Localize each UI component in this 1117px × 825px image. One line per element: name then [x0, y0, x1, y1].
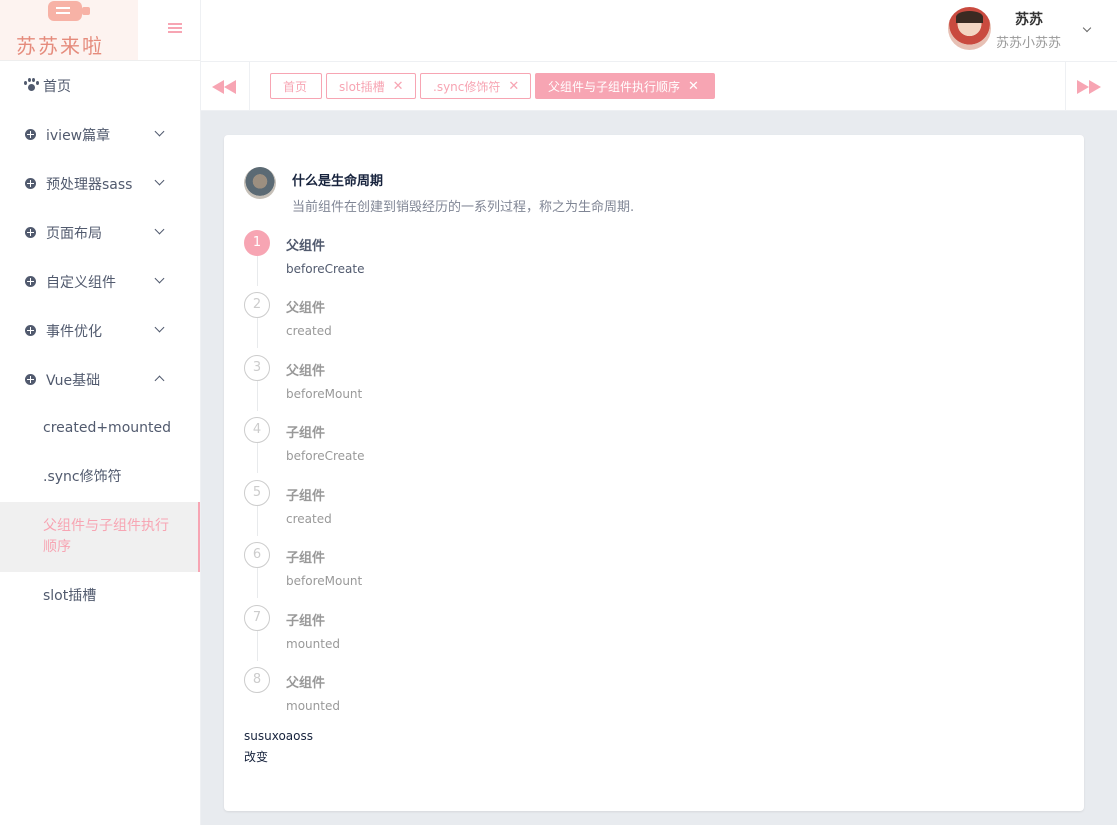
tab-sync[interactable]: .sync修饰符 ✕: [420, 73, 531, 99]
tab-label: slot插槽: [339, 79, 385, 94]
sidebar-item-label: 首页: [43, 79, 71, 95]
sidebar-item-layout[interactable]: 页面布局: [0, 208, 200, 257]
step-number: 1: [244, 230, 270, 256]
logo: 苏苏来啦: [0, 0, 138, 60]
step-number: 7: [244, 605, 270, 631]
step-subtitle: beforeMount: [286, 387, 363, 401]
card-description: 当前组件在创建到销毁经历的一系列过程，称之为生命周期.: [292, 200, 635, 215]
step-title: 子组件: [286, 551, 326, 566]
sidebar-item-event-optimization[interactable]: 事件优化: [0, 306, 200, 355]
step-title: 父组件: [286, 364, 326, 379]
user-name: 苏苏: [1015, 12, 1043, 28]
close-icon[interactable]: ✕: [508, 79, 519, 94]
double-left-arrow-icon: [224, 80, 236, 94]
sidebar-item-sass[interactable]: 预处理器sass: [0, 159, 200, 208]
card-title: 什么是生命周期: [292, 174, 384, 189]
sidebar-subitem-sync[interactable]: .sync修饰符: [0, 453, 200, 502]
value-text: susuxoaoss: [244, 729, 313, 743]
plus-circle-icon: [25, 325, 36, 336]
step-connector: [257, 256, 258, 286]
step-connector: [257, 381, 258, 411]
bottle-icon: [48, 1, 90, 21]
sidebar-subitem-label: .sync修饰符: [43, 469, 122, 485]
paw-icon: [24, 78, 39, 92]
scroll-right-button[interactable]: [1065, 62, 1114, 110]
step-title: 子组件: [286, 489, 326, 504]
sidebar-subitem-parent-child-order[interactable]: 父组件与子组件执行顺序: [0, 502, 200, 572]
tab-slot[interactable]: slot插槽 ✕: [326, 73, 416, 99]
step-number: 8: [244, 667, 270, 693]
chevron-down-icon: [154, 322, 165, 333]
step-number: 5: [244, 480, 270, 506]
user-subtitle: 苏苏小苏苏: [996, 36, 1062, 51]
step-connector: [257, 506, 258, 536]
tab-label: .sync修饰符: [433, 79, 501, 94]
sidebar-subitem-label: 父组件与子组件执行顺序: [43, 518, 169, 555]
sidebar-item-label: Vue基础: [46, 373, 101, 389]
sidebar-item-label: 预处理器sass: [46, 177, 133, 193]
step-connector: [257, 631, 258, 661]
sidebar-item-home[interactable]: 首页: [0, 61, 200, 110]
step-number: 6: [244, 542, 270, 568]
step-title: 父组件: [286, 301, 326, 316]
sidebar-subitem-created-mounted[interactable]: created+mounted: [0, 404, 200, 453]
step-subtitle: created: [286, 512, 332, 526]
content-card: [224, 135, 1084, 811]
close-icon[interactable]: ✕: [393, 79, 404, 94]
plus-circle-icon: [25, 276, 36, 287]
step-subtitle: mounted: [286, 699, 340, 713]
menu-toggle-icon[interactable]: [168, 23, 182, 35]
sidebar-subitem-label: created+mounted: [43, 420, 171, 436]
sidebar-subitem-slot[interactable]: slot插槽: [0, 572, 200, 621]
sidebar-item-vue-basics[interactable]: Vue基础: [0, 355, 200, 404]
double-left-arrow-icon: [212, 80, 224, 94]
plus-circle-icon: [25, 227, 36, 238]
double-right-arrow-icon: [1077, 80, 1089, 94]
card-avatar: [244, 167, 276, 199]
double-right-arrow-icon: [1089, 80, 1101, 94]
chevron-down-icon: [154, 224, 165, 235]
sidebar-item-label: 自定义组件: [46, 275, 116, 291]
plus-circle-icon: [25, 129, 36, 140]
chevron-up-icon: [154, 375, 165, 386]
step-number: 2: [244, 292, 270, 318]
step-number: 3: [244, 355, 270, 381]
sidebar-subitem-label: slot插槽: [43, 588, 97, 604]
sidebar-item-label: iview篇章: [46, 128, 111, 144]
tab-home[interactable]: 首页: [270, 73, 322, 99]
change-button[interactable]: 改变: [244, 748, 268, 765]
step-title: 父组件: [286, 239, 326, 254]
logo-text: 苏苏来啦: [16, 34, 104, 58]
step-connector: [257, 318, 258, 348]
plus-circle-icon: [25, 374, 36, 385]
tab-parent-child-order[interactable]: 父组件与子组件执行顺序 ✕: [535, 73, 715, 99]
step-title: 子组件: [286, 614, 326, 629]
sidebar-item-label: 事件优化: [46, 324, 102, 340]
sidebar-item-label: 页面布局: [46, 226, 102, 242]
close-icon[interactable]: ✕: [688, 79, 699, 94]
step-subtitle: beforeCreate: [286, 262, 365, 276]
sidebar-item-custom-components[interactable]: 自定义组件: [0, 257, 200, 306]
sidebar-item-iview[interactable]: iview篇章: [0, 110, 200, 159]
scroll-left-button[interactable]: [201, 62, 250, 110]
chevron-down-icon: [154, 175, 165, 186]
step-connector: [257, 443, 258, 473]
step-title: 子组件: [286, 426, 326, 441]
step-number: 4: [244, 417, 270, 443]
chevron-down-icon: [154, 273, 165, 284]
step-subtitle: beforeCreate: [286, 449, 365, 463]
plus-circle-icon: [25, 178, 36, 189]
step-connector: [257, 568, 258, 598]
tab-label: 首页: [283, 79, 308, 94]
step-subtitle: mounted: [286, 637, 340, 651]
step-subtitle: created: [286, 324, 332, 338]
chevron-down-icon: [154, 126, 165, 137]
tab-label: 父组件与子组件执行顺序: [548, 79, 681, 94]
step-title: 父组件: [286, 676, 326, 691]
avatar[interactable]: [948, 7, 991, 50]
step-subtitle: beforeMount: [286, 574, 363, 588]
